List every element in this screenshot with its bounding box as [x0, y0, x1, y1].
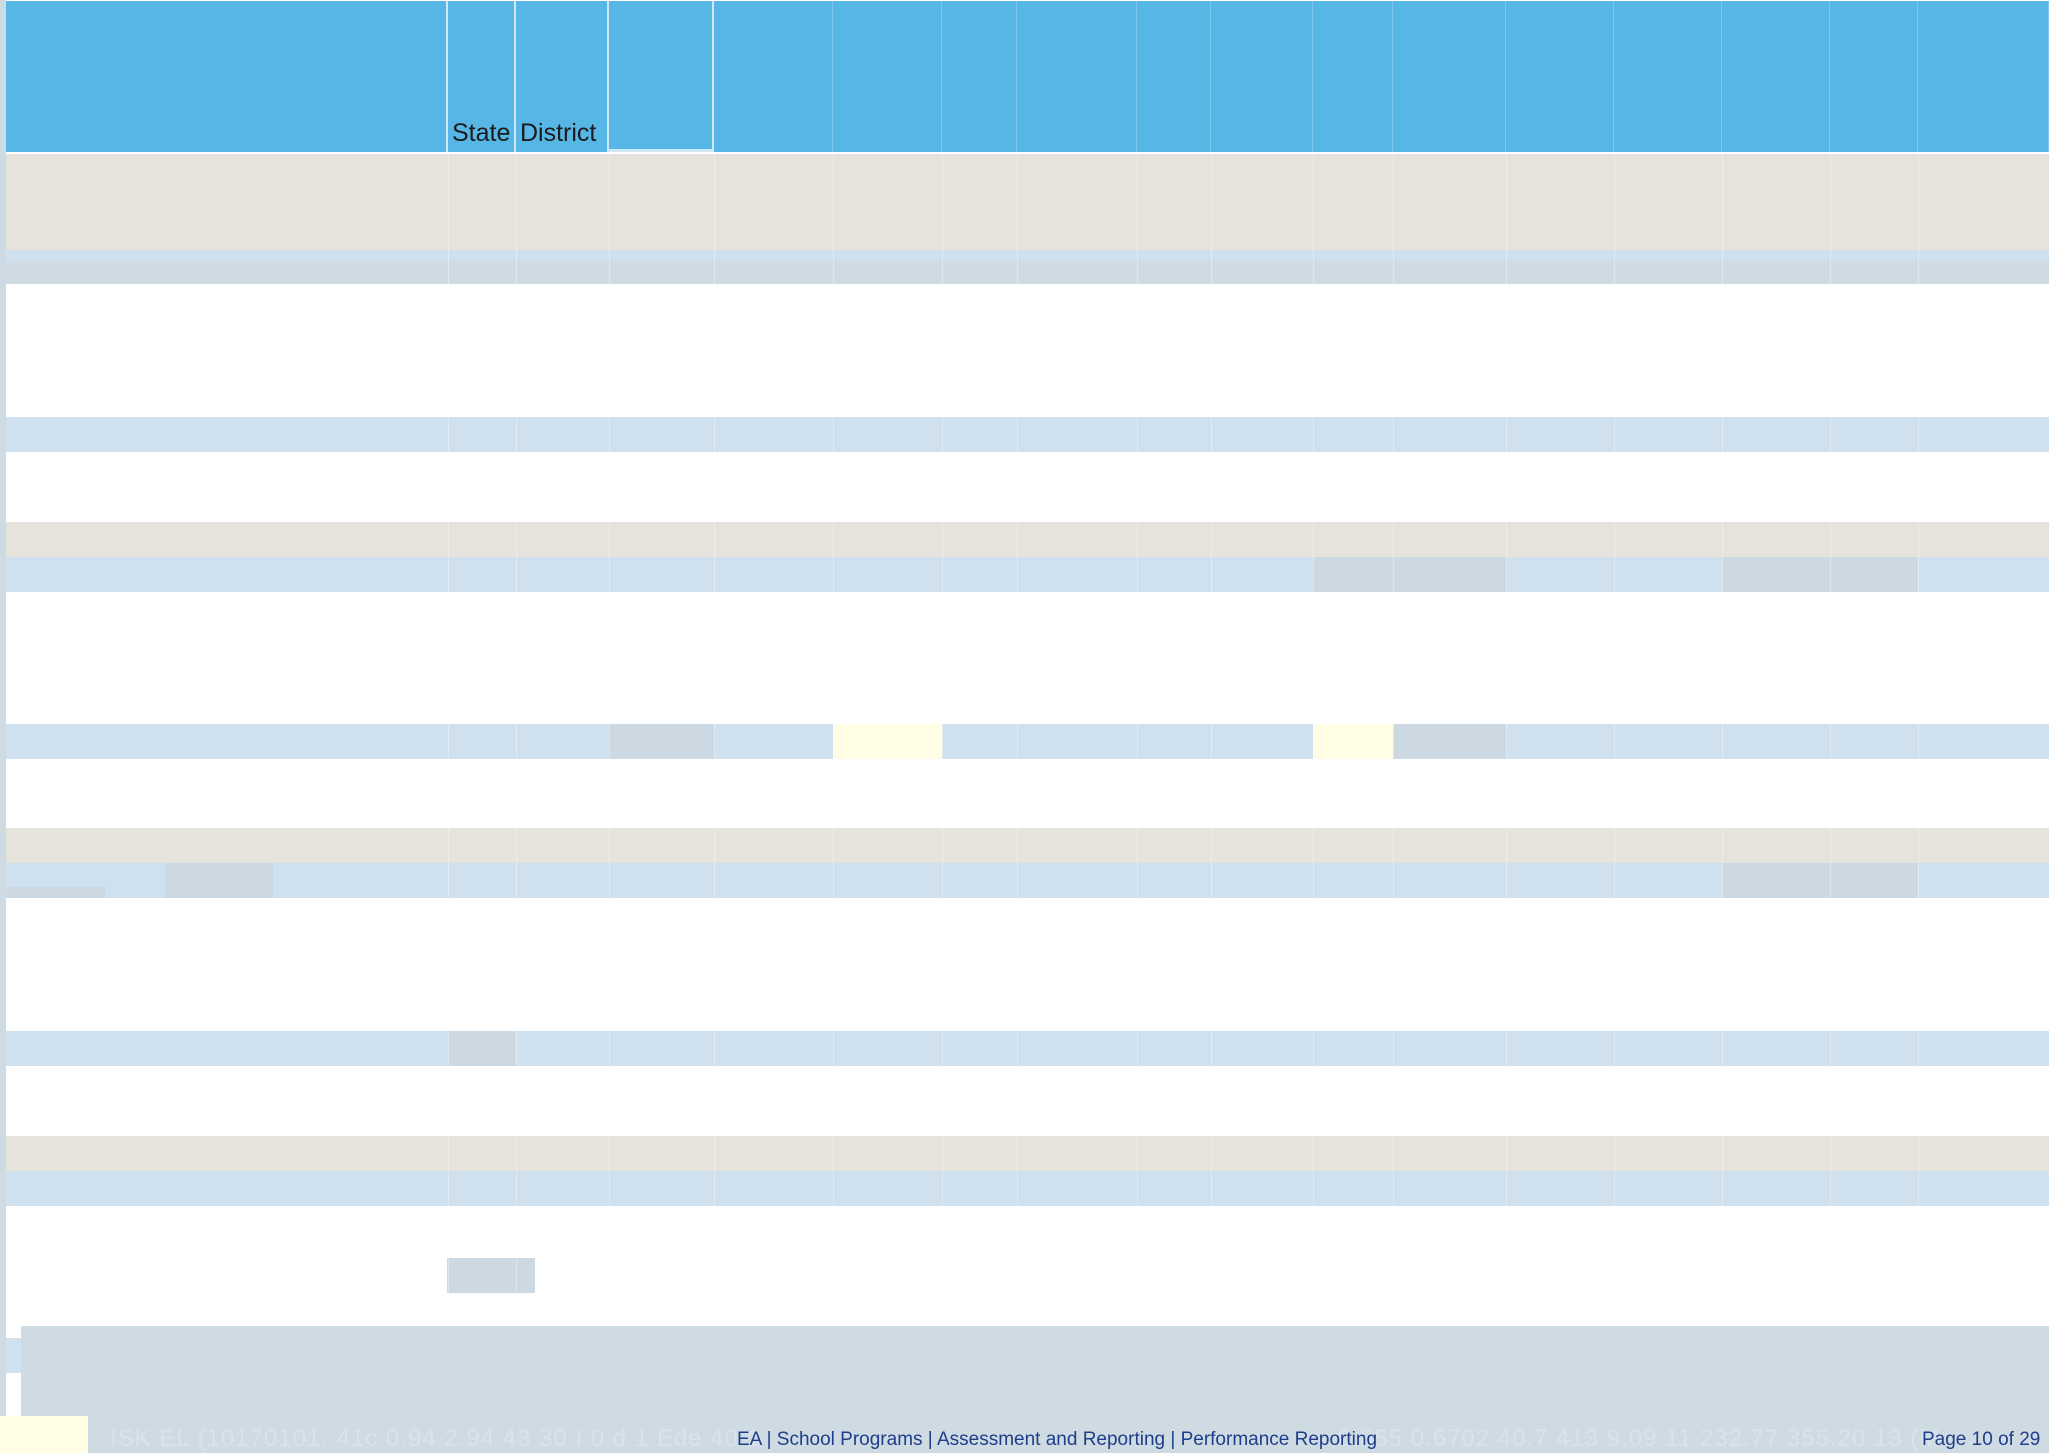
section-row [6, 1136, 2049, 1171]
header-cell[interactable] [1393, 1, 1506, 152]
header-cell[interactable] [1830, 1, 1918, 152]
table-row [6, 261, 2049, 284]
table-row [6, 417, 2049, 452]
table-row [6, 724, 2049, 759]
column-divider [448, 152, 449, 1320]
column-divider [1918, 152, 1919, 1320]
column-divider [833, 152, 834, 1320]
column-divider [1137, 152, 1138, 1320]
column-divider [609, 152, 610, 1320]
header-cell[interactable] [1918, 1, 2049, 152]
column-divider [1211, 152, 1212, 1320]
header-cell[interactable] [942, 1, 1017, 152]
header-cell[interactable] [1017, 1, 1137, 152]
column-divider [1393, 152, 1394, 1320]
highlighted-cell [833, 724, 942, 759]
column-divider [1830, 152, 1831, 1320]
section-row [6, 154, 2049, 250]
footer-ghost-text-right: 0.855 0.6702 40.7 413 9.09 11 232.77 355… [1338, 1425, 1941, 1452]
highlighted-cell [448, 1031, 516, 1066]
header-cell[interactable] [1506, 1, 1614, 152]
header-cell[interactable] [1211, 1, 1313, 152]
highlighted-cell [1722, 863, 1918, 898]
header-cell[interactable] [1137, 1, 1211, 152]
column-divider [1722, 152, 1723, 1320]
header-label-district: District [520, 119, 597, 147]
column-divider [1017, 152, 1018, 1320]
section-row [6, 828, 2049, 863]
header-cell[interactable] [714, 1, 833, 152]
header-cell[interactable] [1722, 1, 1830, 152]
column-divider [942, 152, 943, 1320]
section-row [6, 522, 2049, 557]
header-cell[interactable] [1614, 1, 1722, 152]
header-cell[interactable] [609, 1, 714, 152]
table-row [6, 1031, 2049, 1066]
column-divider [1313, 152, 1314, 1320]
footer-ghost-text: ISK EL (10170101. 41c 0.94 2.94 43 30 I … [110, 1425, 761, 1452]
page-indicator: Page 10 of 29 [1922, 1429, 2041, 1450]
footer-breadcrumb-links[interactable]: EA | School Programs | Assessment and Re… [737, 1429, 1377, 1451]
header-cell[interactable] [833, 1, 942, 152]
header-cell-blank[interactable] [6, 1, 448, 152]
column-divider [516, 152, 517, 1320]
highlighted-cell [1313, 557, 1506, 592]
header-cell-state[interactable]: State [448, 1, 516, 152]
column-divider [714, 152, 715, 1320]
header-cell[interactable] [1313, 1, 1393, 152]
column-divider [1614, 152, 1615, 1320]
column-divider [1506, 152, 1507, 1320]
table-row [6, 250, 2049, 261]
highlighted-cell [447, 1258, 535, 1293]
footer-highlight [0, 1416, 88, 1453]
highlighted-cell [1393, 724, 1506, 759]
table-row [6, 1171, 2049, 1206]
header-cell-district[interactable]: District [516, 1, 609, 152]
footer-row [6, 1338, 21, 1373]
highlighted-cell [6, 887, 105, 898]
highlighted-cell [1313, 724, 1393, 759]
highlighted-cell [609, 724, 714, 759]
highlighted-cell [165, 863, 273, 898]
footer-white-block [6, 1373, 21, 1403]
highlighted-cell [1722, 557, 1918, 592]
header-label-state: State [452, 119, 511, 147]
